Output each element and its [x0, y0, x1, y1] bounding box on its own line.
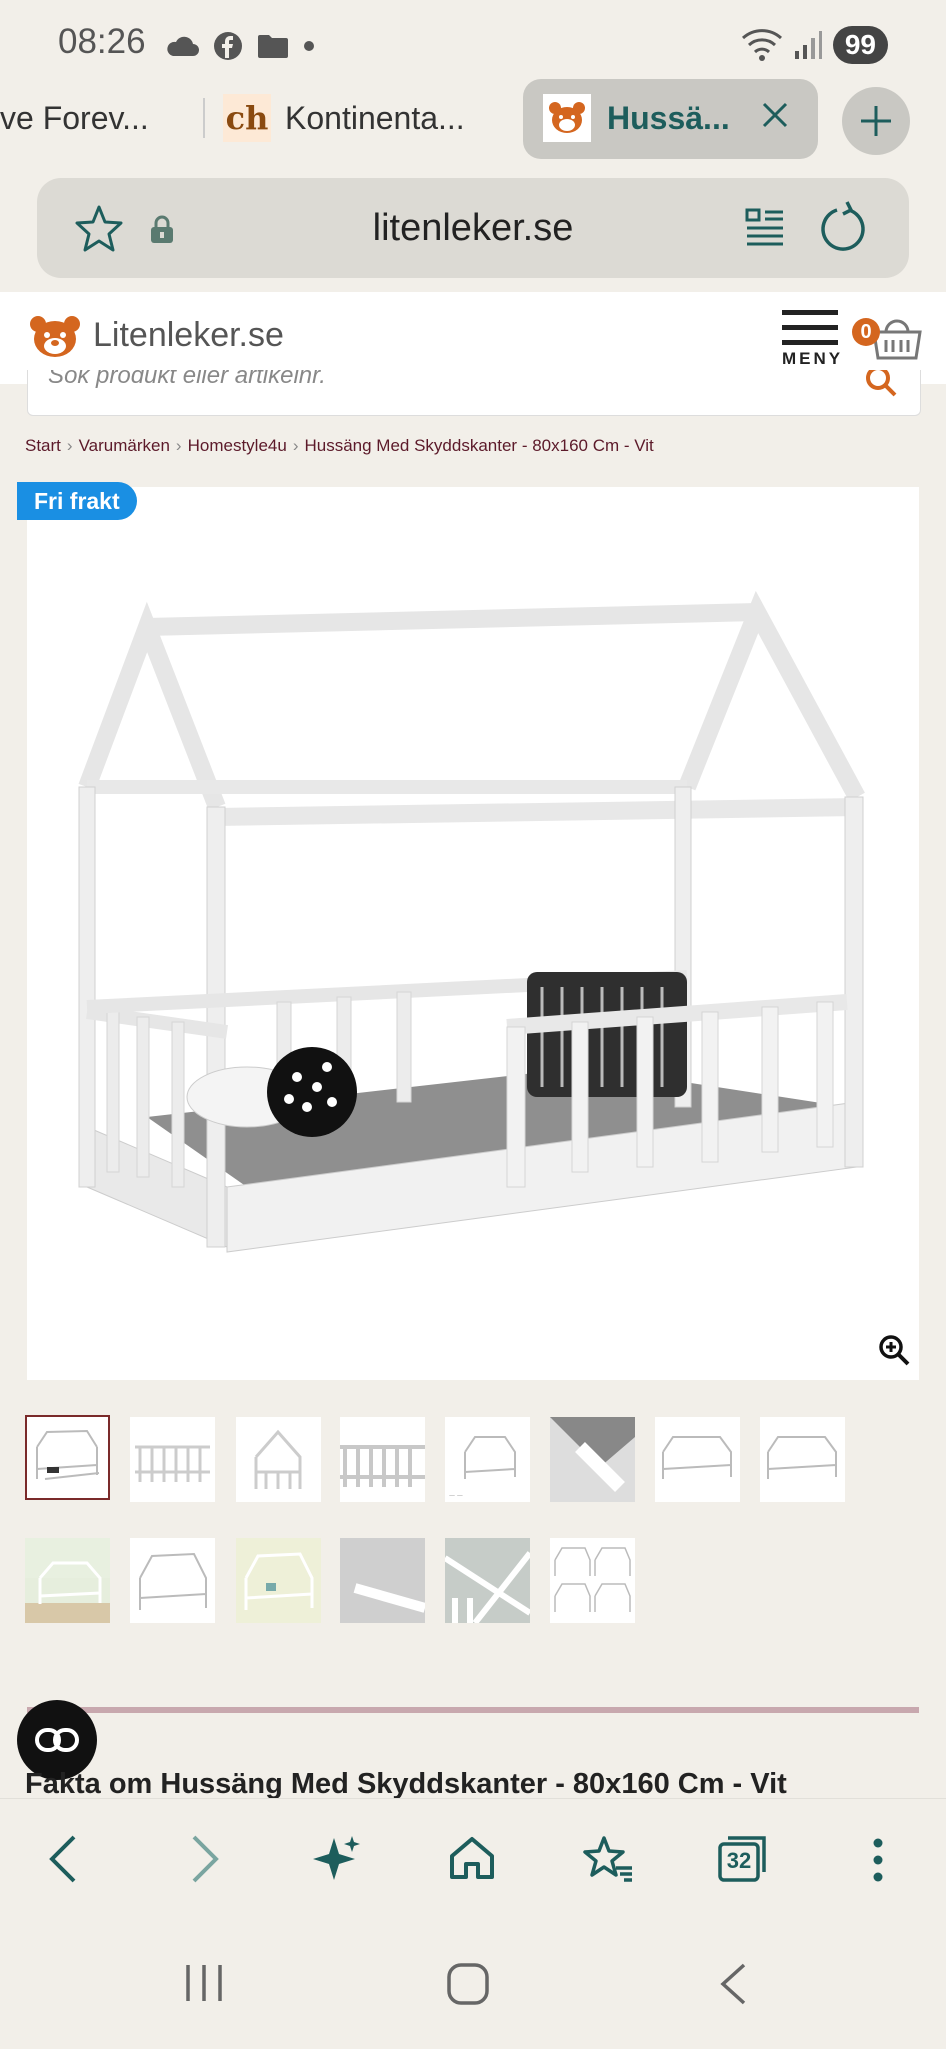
back-nav-icon[interactable] [718, 1962, 748, 2011]
facebook-icon [214, 32, 242, 60]
home-nav-icon[interactable] [446, 1962, 490, 2011]
tab-count: 32 [726, 1848, 752, 1873]
signal-icon [794, 31, 822, 59]
back-arrow-icon[interactable] [48, 1833, 78, 1890]
thumbnail[interactable] [130, 1417, 215, 1502]
forward-arrow-icon[interactable] [190, 1833, 220, 1890]
chevron-right-icon: › [175, 436, 182, 455]
site-logo-icon[interactable] [28, 314, 82, 365]
home-icon[interactable] [448, 1834, 496, 1887]
tabs-count-icon[interactable]: 32 [716, 1834, 768, 1889]
thumbnail[interactable] [760, 1417, 845, 1502]
site-logo[interactable]: Litenleker.se [93, 316, 284, 355]
status-time: 08:26 [58, 22, 146, 61]
close-tab-icon[interactable] [760, 100, 790, 135]
status-icons [165, 28, 315, 64]
tab-forever[interactable]: ve Forev... [0, 80, 180, 156]
bookmarks-icon[interactable] [580, 1834, 634, 1889]
reload-icon[interactable] [819, 200, 869, 259]
thumbnail[interactable] [445, 1538, 530, 1623]
breadcrumb-varumarken[interactable]: Varumärken [79, 436, 170, 456]
bookmark-star-icon[interactable] [73, 204, 125, 259]
thumbnail[interactable]: — — [445, 1417, 530, 1502]
new-tab-button[interactable] [842, 87, 910, 155]
reader-mode-icon[interactable] [743, 204, 787, 253]
plus-icon [861, 106, 891, 136]
thumbnail[interactable] [340, 1417, 425, 1502]
folder-icon [258, 35, 288, 58]
cloud-icon [167, 36, 199, 56]
chevron-right-icon: › [66, 436, 73, 455]
thumbnail[interactable] [550, 1538, 635, 1623]
thumbnail[interactable] [130, 1538, 215, 1623]
search-input[interactable]: Sök produkt eller artikelnr. [27, 370, 921, 416]
thumbnail[interactable] [236, 1538, 321, 1623]
thumbnail[interactable] [236, 1417, 321, 1502]
thumbnail[interactable] [25, 1415, 110, 1500]
breadcrumb-start[interactable]: Start [25, 436, 61, 456]
breadcrumb-homestyle4u[interactable]: Homestyle4u [188, 436, 287, 456]
thumbnail[interactable] [340, 1538, 425, 1623]
cart-icon[interactable] [872, 318, 922, 367]
search-placeholder: Sök produkt eller artikelnr. [48, 370, 326, 389]
thumbnail[interactable] [25, 1538, 110, 1623]
recents-icon[interactable] [182, 1963, 226, 2008]
thumbnail[interactable] [655, 1417, 740, 1502]
tab-label: Kontinenta... [285, 99, 465, 136]
breadcrumb-current: Hussäng Med Skyddskanter - 80x160 Cm - V… [304, 436, 654, 455]
free-shipping-badge: Fri frakt [17, 482, 137, 520]
ch-logo-icon: ch [223, 94, 271, 142]
more-options-icon[interactable] [872, 1838, 884, 1887]
dot-icon [304, 41, 314, 51]
zoom-in-icon[interactable] [877, 1333, 911, 1372]
house-bed-image [78, 590, 865, 1253]
breadcrumb: Start › Varumärken › Homestyle4u › Hussä… [25, 436, 654, 456]
lock-icon [149, 214, 175, 249]
product-main-image[interactable] [27, 487, 919, 1380]
link-icon [35, 1728, 79, 1752]
section-divider [27, 1707, 919, 1713]
chevron-right-icon: › [292, 436, 299, 455]
status-right: 99 [741, 26, 888, 64]
tab-divider [203, 98, 205, 138]
fakta-heading: Fakta om Hussäng Med Skyddskanter - 80x1… [25, 1768, 787, 1800]
tab-label: ve Forev... [0, 99, 149, 136]
bear-logo-icon [543, 94, 591, 142]
svg-text:— —: — — [449, 1492, 463, 1499]
ai-sparkle-icon[interactable] [312, 1834, 362, 1889]
search-icon[interactable] [864, 370, 898, 403]
menu-label[interactable]: MENY [782, 349, 843, 369]
address-bar[interactable]: litenleker.se [37, 178, 909, 278]
battery-indicator: 99 [832, 26, 888, 64]
wifi-icon [741, 29, 782, 61]
tab-kontinental[interactable]: ch Kontinenta... [223, 80, 493, 156]
cart-count-badge: 0 [852, 318, 880, 346]
thumbnail[interactable] [550, 1417, 635, 1502]
tab-label: Hussä... [607, 99, 730, 136]
